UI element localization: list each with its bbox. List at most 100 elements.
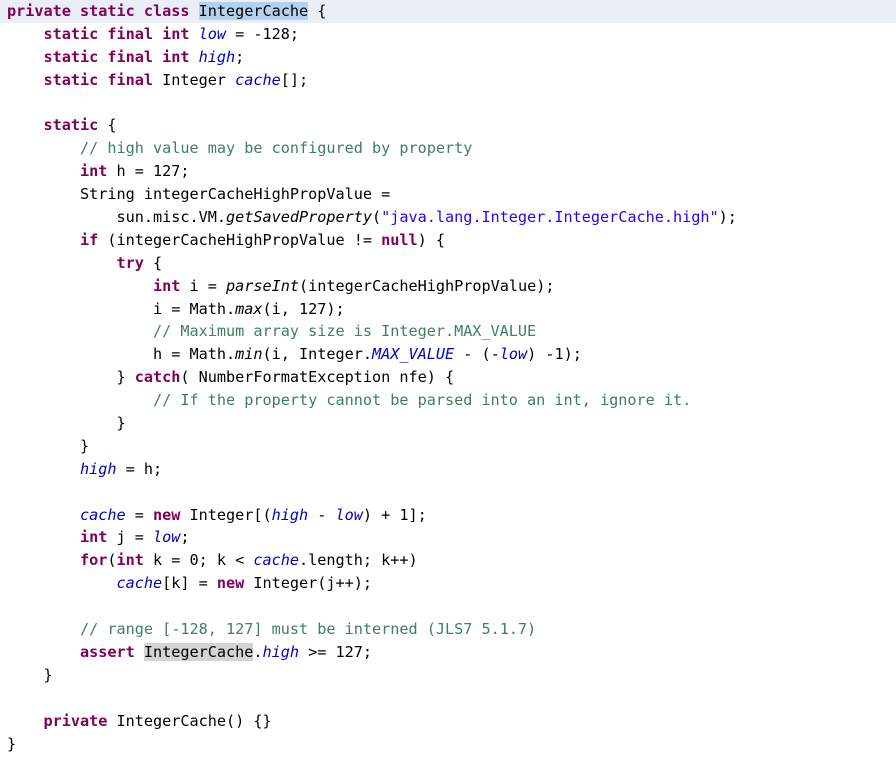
- code-line[interactable]: assert IntegerCache.high >= 127;: [0, 641, 896, 664]
- code-line[interactable]: int i = parseInt(integerCacheHighPropVal…: [0, 275, 896, 298]
- code-line[interactable]: cache = new Integer[(high - low) + 1];: [0, 504, 896, 527]
- code-line[interactable]: static final Integer cache[];: [0, 69, 896, 92]
- code-line[interactable]: if (integerCacheHighPropValue != null) {: [0, 229, 896, 252]
- code-token-field: low: [499, 345, 528, 364]
- code-token-plain: -: [308, 505, 336, 524]
- code-line[interactable]: h = Math.min(i, Integer.MAX_VALUE - (-lo…: [0, 343, 896, 366]
- code-token-comment: // Maximum array size is Integer.MAX_VAL…: [152, 322, 537, 341]
- code-token-plain: >= 127;: [298, 642, 372, 661]
- code-token-plain: (: [371, 208, 382, 227]
- code-line[interactable]: int h = 127;: [0, 160, 896, 183]
- code-token-kw: static: [80, 2, 135, 20]
- code-token-plain: IntegerCache: [198, 2, 309, 20]
- code-token-kw: for: [80, 551, 108, 570]
- code-token-kw: catch: [134, 368, 181, 387]
- code-editor-view[interactable]: private static class IntegerCache { stat…: [0, 0, 896, 768]
- code-line[interactable]: }: [0, 733, 896, 756]
- code-line[interactable]: try {: [0, 252, 896, 275]
- code-line[interactable]: int j = low;: [0, 526, 896, 549]
- code-line[interactable]: high = h;: [0, 458, 896, 481]
- code-token-kw: class: [143, 2, 190, 20]
- code-token-plain: k = 0; k <: [143, 551, 254, 570]
- code-token-kw: try: [116, 253, 144, 272]
- code-token-field: high: [271, 505, 309, 524]
- code-line[interactable]: // high value may be configured by prope…: [0, 137, 896, 160]
- code-line[interactable]: private IntegerCache() {}: [0, 710, 896, 733]
- code-token-field: cache: [80, 505, 126, 524]
- code-token-plain: }: [7, 368, 135, 387]
- code-line[interactable]: cache[k] = new Integer(j++);: [0, 572, 896, 595]
- code-line[interactable]: private static class IntegerCache {: [0, 0, 896, 23]
- code-token-kw: if: [80, 230, 99, 249]
- code-token-plain: h = Math.: [7, 345, 236, 364]
- code-line[interactable]: [0, 92, 896, 115]
- code-line[interactable]: [0, 687, 896, 710]
- code-token-comment: // If the property cannot be parsed into…: [152, 391, 692, 410]
- code-token-plain: (: [107, 551, 117, 570]
- code-token-plain: String integerCacheHighPropValue =: [7, 185, 391, 204]
- code-token-kw: null: [381, 230, 418, 249]
- code-token-plain: ;: [235, 47, 245, 66]
- code-line[interactable]: // If the property cannot be parsed into…: [0, 389, 896, 412]
- code-token-plain: {: [143, 253, 163, 272]
- code-token-kw: final: [107, 24, 153, 43]
- code-token-plain: h = 127;: [107, 162, 190, 181]
- code-token-plain: sun.misc.VM.: [7, 208, 226, 227]
- code-line[interactable]: i = Math.max(i, 127);: [0, 298, 896, 321]
- code-line[interactable]: // Maximum array size is Integer.MAX_VAL…: [0, 320, 896, 343]
- code-token-field: cache: [235, 70, 281, 89]
- code-token-plain: }: [7, 436, 90, 455]
- code-token-plain: [k] =: [162, 574, 217, 593]
- code-token-kw: final: [107, 70, 153, 89]
- code-token-plain: j =: [107, 528, 153, 547]
- code-line[interactable]: [0, 595, 896, 618]
- code-token-plain: i =: [180, 276, 226, 295]
- code-token-kw: int: [162, 47, 190, 66]
- code-line[interactable]: }: [0, 412, 896, 435]
- code-token-method: max: [235, 299, 263, 318]
- code-token-field: high: [262, 642, 299, 661]
- code-line[interactable]: static final int high;: [0, 46, 896, 69]
- code-token-field: high: [198, 47, 236, 66]
- code-token-plain: .length; k++): [298, 551, 418, 570]
- code-line[interactable]: // range [-128, 127] must be interned (J…: [0, 618, 896, 641]
- code-line[interactable]: }: [0, 435, 896, 458]
- code-token-plain: }: [7, 414, 126, 433]
- code-token-kw: new: [216, 574, 245, 593]
- code-token-plain: {: [98, 116, 117, 135]
- code-line[interactable]: [0, 481, 896, 504]
- code-token-plain: );: [718, 208, 737, 227]
- code-token-plain: =: [125, 505, 153, 524]
- code-line[interactable]: } catch( NumberFormatException nfe) {: [0, 366, 896, 389]
- code-line[interactable]: }: [0, 664, 896, 687]
- code-token-kw: int: [80, 528, 108, 547]
- code-line[interactable]: static final int low = -128;: [0, 23, 896, 46]
- code-line[interactable]: for(int k = 0; k < cache.length; k++): [0, 549, 896, 572]
- code-line[interactable]: static {: [0, 114, 896, 137]
- code-line[interactable]: sun.misc.VM.getSavedProperty("java.lang.…: [0, 206, 896, 229]
- code-line[interactable]: String integerCacheHighPropValue =: [0, 183, 896, 206]
- code-token-kw: int: [80, 162, 108, 181]
- code-token-plain: - (-: [454, 345, 500, 364]
- code-token-plain: IntegerCache: [143, 642, 254, 661]
- code-token-plain: {: [308, 2, 327, 20]
